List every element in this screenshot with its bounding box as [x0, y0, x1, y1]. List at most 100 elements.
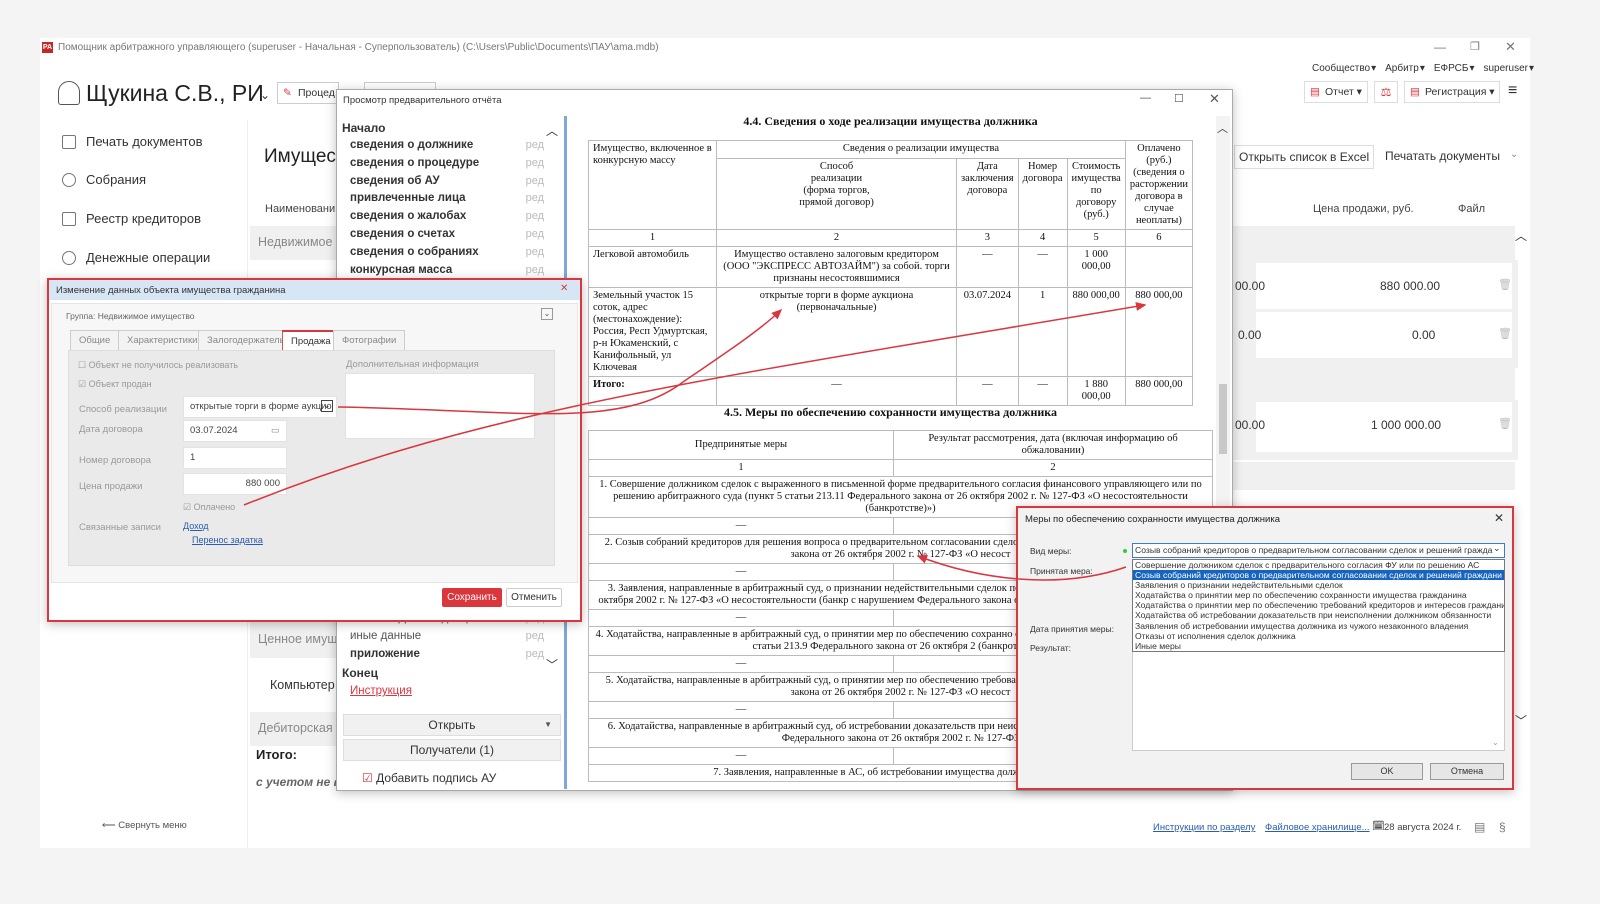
- procedure-button[interactable]: ✎ Процед: [277, 82, 339, 104]
- option-item[interactable]: Иные меры: [1133, 641, 1504, 651]
- option-item[interactable]: Заявления о признании недействительными …: [1133, 580, 1504, 590]
- edit-link[interactable]: ред: [526, 208, 544, 226]
- registration-button[interactable]: ▤ Регистрация ▾: [1404, 81, 1500, 103]
- ok-button[interactable]: OK: [1351, 763, 1423, 780]
- user-name[interactable]: Щукина С.В., РИ: [86, 80, 266, 107]
- sold-checkbox[interactable]: ☑ Объект продан: [78, 379, 152, 390]
- minimize-icon[interactable]: —: [1434, 40, 1446, 54]
- tree-item[interactable]: сведения о жалобах ред: [338, 208, 564, 226]
- expand-icon[interactable]: ⌄: [541, 308, 553, 320]
- tree-item[interactable]: иные данные ред: [338, 628, 564, 646]
- trash-icon[interactable]: 🗑: [1498, 327, 1512, 340]
- chevron-down-icon[interactable]: ⌄: [260, 88, 270, 102]
- option-item[interactable]: Ходатайства о принятии мер по обеспечени…: [1133, 600, 1504, 610]
- tree-item[interactable]: сведения о процедуре ред: [338, 155, 564, 173]
- instruction-link[interactable]: Инструкция: [350, 685, 412, 697]
- tree-item[interactable]: сведения о собраниях ред: [338, 244, 564, 262]
- scales-icon[interactable]: ⚖: [1374, 81, 1398, 103]
- sidebar-item-money[interactable]: Денежные операции: [62, 250, 210, 265]
- hamburger-menu-icon[interactable]: ≡: [1508, 82, 1517, 100]
- tab-characteristics[interactable]: Характеристики: [118, 330, 207, 350]
- maximize-icon[interactable]: ❐: [1470, 40, 1480, 53]
- tree-item[interactable]: сведения об АУ ред: [338, 173, 564, 191]
- option-item[interactable]: Ходатайства об истребовании доказательст…: [1133, 610, 1504, 620]
- notes-icon[interactable]: ▤: [1474, 820, 1485, 834]
- tab-pledgee[interactable]: Залогодержатель: [198, 330, 294, 350]
- calendar-icon[interactable]: ▭: [271, 425, 280, 436]
- edit-link[interactable]: ред: [526, 173, 544, 191]
- option-item[interactable]: Ходатайства о принятии мер по обеспечени…: [1133, 590, 1504, 600]
- menu-arbitr[interactable]: Арбитр: [1385, 63, 1419, 74]
- resize-grip-icon[interactable]: ⌄: [1492, 738, 1499, 747]
- number-field[interactable]: 1: [183, 447, 287, 469]
- trash-icon[interactable]: 🗑: [1498, 417, 1512, 430]
- close-icon[interactable]: ✕: [1505, 39, 1516, 55]
- measure-type-select[interactable]: Созыв собраний кредиторов о предваритель…: [1132, 543, 1505, 558]
- close-icon[interactable]: ✕: [560, 283, 568, 294]
- report-button[interactable]: ▤ Отчет ▾: [1304, 81, 1368, 103]
- menu-user[interactable]: superuser: [1484, 63, 1528, 74]
- tree-scroll-up-icon[interactable]: ︿: [546, 122, 558, 139]
- not-realized-checkbox[interactable]: ☐ Объект не получилось реализовать: [78, 360, 238, 371]
- sidebar-item-meetings[interactable]: Собрания: [62, 172, 146, 187]
- footer-storage-link[interactable]: Файловое хранилище...: [1265, 822, 1370, 833]
- option-item-selected[interactable]: Созыв собраний кредиторов о предваритель…: [1133, 570, 1504, 581]
- save-button[interactable]: Сохранить: [442, 588, 502, 607]
- recipients-button[interactable]: Получатели (1): [343, 739, 561, 761]
- open-button[interactable]: Открыть ▼: [343, 714, 561, 736]
- edit-link[interactable]: ред: [526, 190, 544, 208]
- deposit-transfer-link[interactable]: Перенос задатка: [192, 535, 263, 545]
- sidebar-item-creditors[interactable]: Реестр кредиторов: [62, 211, 201, 226]
- maximize-icon[interactable]: ☐: [1174, 92, 1184, 105]
- close-icon[interactable]: ✕: [1209, 91, 1220, 107]
- scroll-up-icon[interactable]: ︿: [1515, 227, 1527, 244]
- edit-link[interactable]: ред: [526, 646, 544, 664]
- option-item[interactable]: Отказы от исполнения сделок должника: [1133, 631, 1504, 641]
- tab-sale[interactable]: Продажа: [282, 330, 340, 351]
- top-menu: Сообщество ▾ Арбитр ▾ ЕФРСБ ▾ superuser ▾: [1312, 63, 1534, 74]
- scroll-up-icon[interactable]: ︿: [1217, 120, 1228, 136]
- cancel-button[interactable]: Отменить: [506, 588, 562, 607]
- extra-info-textarea[interactable]: [345, 373, 535, 439]
- method-select[interactable]: открытые торги в форме аукцио: [183, 396, 337, 418]
- edit-link[interactable]: ред: [526, 226, 544, 244]
- close-icon[interactable]: ✕: [1494, 511, 1504, 525]
- income-link[interactable]: Доход: [183, 521, 209, 531]
- tree-item[interactable]: конкурсная масса ред: [338, 262, 564, 280]
- tab-general[interactable]: Общие: [70, 330, 120, 350]
- menu-community[interactable]: Сообщество: [1312, 63, 1370, 74]
- sidebar-item-print[interactable]: Печать документов: [62, 134, 203, 149]
- scroll-down-icon[interactable]: ﹀: [1515, 712, 1527, 729]
- dropdown-arrow-icon[interactable]: ⌄: [321, 400, 333, 412]
- tree-item[interactable]: сведения о должнике ред: [338, 137, 564, 155]
- edit-link[interactable]: ред: [526, 244, 544, 262]
- computer-row[interactable]: Компьютер: [270, 678, 338, 692]
- tree-item[interactable]: привлеченные лица ред: [338, 190, 564, 208]
- option-item[interactable]: Совершение должником сделок с предварите…: [1133, 560, 1504, 570]
- paid-checkbox[interactable]: ☑ Оплачено: [183, 502, 235, 513]
- add-signature-checkbox[interactable]: ☑ Добавить подпись АУ: [362, 771, 496, 785]
- edit-link[interactable]: ред: [526, 155, 544, 173]
- menu-efrsb[interactable]: ЕФРСБ: [1434, 63, 1469, 74]
- option-item[interactable]: Заявления об истребовании имущества долж…: [1133, 621, 1504, 631]
- result-textarea[interactable]: [1132, 652, 1505, 751]
- cancel-button[interactable]: Отмена: [1430, 763, 1504, 780]
- minimize-icon[interactable]: —: [1140, 92, 1151, 104]
- chevron-down-icon[interactable]: ⌄: [1493, 543, 1501, 554]
- collapse-menu-button[interactable]: ⟵ Свернуть меню: [102, 820, 187, 831]
- print-docs-button[interactable]: Печатать документы: [1380, 145, 1515, 169]
- tree-scroll-down-icon[interactable]: ﹀: [546, 656, 558, 673]
- trash-icon[interactable]: 🗑: [1498, 278, 1512, 291]
- price-field[interactable]: 880 000: [183, 473, 287, 495]
- tab-photos[interactable]: Фотографии: [333, 330, 406, 350]
- tree-item[interactable]: сведения о счетах ред: [338, 226, 564, 244]
- footer-instructions-link[interactable]: Инструкции по разделу: [1153, 822, 1255, 833]
- section-icon[interactable]: §: [1499, 820, 1506, 834]
- edit-link[interactable]: ред: [526, 628, 544, 646]
- open-excel-button[interactable]: Открыть список в Excel: [1234, 145, 1374, 169]
- edit-link[interactable]: ред: [526, 137, 544, 155]
- table-row[interactable]: [1256, 312, 1512, 358]
- report-scroll-thumb[interactable]: [1219, 384, 1227, 454]
- tree-item[interactable]: приложение ред: [338, 646, 564, 664]
- edit-link[interactable]: ред: [526, 262, 544, 280]
